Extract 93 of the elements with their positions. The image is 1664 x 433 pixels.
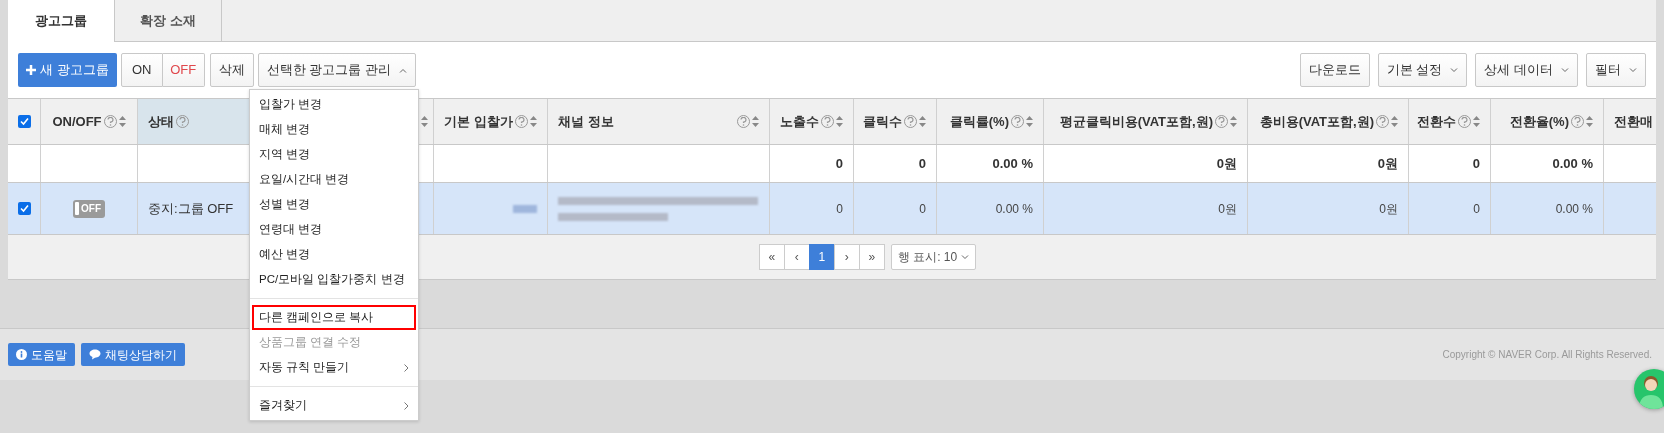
sort-icon[interactable]	[752, 116, 759, 127]
pagination-button[interactable]: ›	[833, 244, 860, 270]
column-label: 평균클릭비용(VAT포함,원)	[1059, 112, 1213, 131]
plus-icon	[26, 65, 36, 75]
page-button[interactable]: 1	[808, 244, 835, 270]
sort-icon[interactable]	[118, 116, 126, 127]
menu-item[interactable]: 성별 변경	[252, 192, 416, 217]
chevron-icon	[1450, 67, 1459, 73]
column-label: 상태	[148, 112, 174, 131]
column-label: 클릭수	[863, 112, 902, 131]
toolbar-button[interactable]: 필터	[1586, 53, 1646, 87]
status-text: 중지:그룹 OFF	[148, 199, 234, 218]
checkbox[interactable]	[17, 202, 31, 215]
total-cell-text: 0.00 %	[992, 154, 1033, 173]
table-cell-text: 0	[919, 200, 926, 218]
chevron-right-icon	[404, 363, 409, 372]
column-header[interactable]: 전환수	[1409, 99, 1491, 144]
pagination-button[interactable]: «	[758, 244, 785, 270]
sort-icon[interactable]	[1586, 116, 1593, 127]
column-header[interactable]: 노출수	[770, 99, 854, 144]
column-label: ON/OFF	[52, 112, 102, 131]
sort-icon[interactable]	[530, 116, 537, 127]
menu-item[interactable]: 입찰가 변경	[252, 92, 416, 117]
column-header[interactable]: 기본 입찰가	[434, 99, 548, 144]
sort-icon[interactable]	[836, 116, 843, 127]
chat-bubble-icon	[89, 349, 101, 360]
sort-icon[interactable]	[421, 116, 428, 127]
manage-dropdown[interactable]: 선택한 광고그룹 관리	[257, 53, 416, 87]
info-icon	[16, 349, 27, 360]
column-label: 전환수	[1417, 112, 1456, 131]
tab[interactable]: 광고그룹	[8, 0, 115, 42]
off-button[interactable]: OFF	[162, 53, 205, 87]
column-header[interactable]: 전환매	[1604, 99, 1656, 144]
table-cell-text: 0.00 %	[995, 200, 1033, 218]
table-cell-text: 0원	[1218, 200, 1237, 218]
toolbar-button[interactable]: 상세 데이터	[1475, 53, 1578, 87]
total-cell-text: 0.00 %	[1552, 154, 1593, 173]
column-header[interactable]: 채널 정보	[548, 99, 770, 144]
menu-item[interactable]: 매체 변경	[252, 117, 416, 142]
rows-per-page-dropdown[interactable]: 행 표시: 10	[890, 244, 977, 270]
menu-item[interactable]: PC/모바일 입찰가중치 변경	[252, 267, 416, 292]
chevron-icon	[1629, 67, 1637, 73]
column-header[interactable]: 클릭수	[854, 99, 937, 144]
sort-icon[interactable]	[1473, 116, 1480, 127]
total-cell-text: 0	[1472, 154, 1480, 173]
menu-item[interactable]: 자동 규칙 만들기	[252, 355, 416, 380]
delete-button[interactable]: 삭제	[209, 53, 254, 87]
column-label: 노출수	[780, 112, 819, 131]
total-cell-text: 0원	[1377, 154, 1398, 173]
column-header[interactable]: 전환율(%)	[1491, 99, 1604, 144]
sort-icon[interactable]	[919, 116, 926, 127]
sort-icon[interactable]	[1391, 116, 1398, 127]
menu-item[interactable]: 지역 변경	[252, 142, 416, 167]
table-cell-text: 0	[1473, 200, 1480, 218]
column-label: 채널 정보	[558, 112, 615, 131]
total-cell-text: 0	[918, 154, 926, 173]
column-label: 전환율(%)	[1509, 112, 1569, 131]
table-cell-text: 0.00 %	[1555, 200, 1593, 218]
chevron-icon	[1561, 67, 1569, 73]
column-label: 전환매	[1614, 112, 1653, 131]
sort-icon[interactable]	[1230, 116, 1237, 127]
total-cell-text: 0원	[1216, 154, 1237, 173]
column-header[interactable]: 총비용(VAT포함,원)	[1248, 99, 1409, 144]
sort-icon[interactable]	[1026, 116, 1033, 127]
table-cell-text: 0	[836, 200, 843, 218]
support-avatar-icon[interactable]	[1634, 369, 1664, 409]
toolbar-button[interactable]: 기본 설정	[1377, 53, 1468, 87]
pagination-button[interactable]: ‹	[783, 244, 810, 270]
column-header[interactable]: 상태	[138, 99, 250, 144]
menu-item[interactable]: 다른 캠페인으로 복사	[252, 305, 416, 330]
chevron-icon	[961, 254, 970, 260]
menu-item[interactable]: 예산 변경	[252, 242, 416, 267]
pagination-button[interactable]: »	[858, 244, 885, 270]
blurred-text	[513, 204, 537, 213]
menu-item[interactable]: 요일/시간대 변경	[252, 167, 416, 192]
copyright-text: Copyright © NAVER Corp. All Rights Reserved.	[1442, 348, 1652, 362]
total-cell-text: 0	[835, 154, 843, 173]
menu-item[interactable]: 즐겨찾기	[252, 393, 416, 418]
column-label: 기본 입찰가	[444, 112, 513, 131]
menu-item[interactable]: 연령대 변경	[252, 217, 416, 242]
column-header[interactable]: 클릭률(%)	[937, 99, 1044, 144]
checkbox[interactable]	[17, 115, 31, 128]
chevron-icon	[398, 67, 407, 73]
table-cell-text: 0원	[1379, 200, 1398, 218]
new-ad-group-button[interactable]: 새 광고그룹	[18, 53, 117, 87]
column-label: 클릭률(%)	[949, 112, 1009, 131]
column-header[interactable]: 평균클릭비용(VAT포함,원)	[1044, 99, 1248, 144]
help-button[interactable]: 도움말	[8, 343, 75, 366]
on-button[interactable]: ON	[120, 53, 163, 87]
chevron-right-icon	[404, 401, 409, 410]
column-label: 총비용(VAT포함,원)	[1259, 112, 1374, 131]
toolbar-button[interactable]: 다운로드	[1299, 53, 1370, 87]
chat-button[interactable]: 채팅상담하기	[81, 343, 185, 366]
